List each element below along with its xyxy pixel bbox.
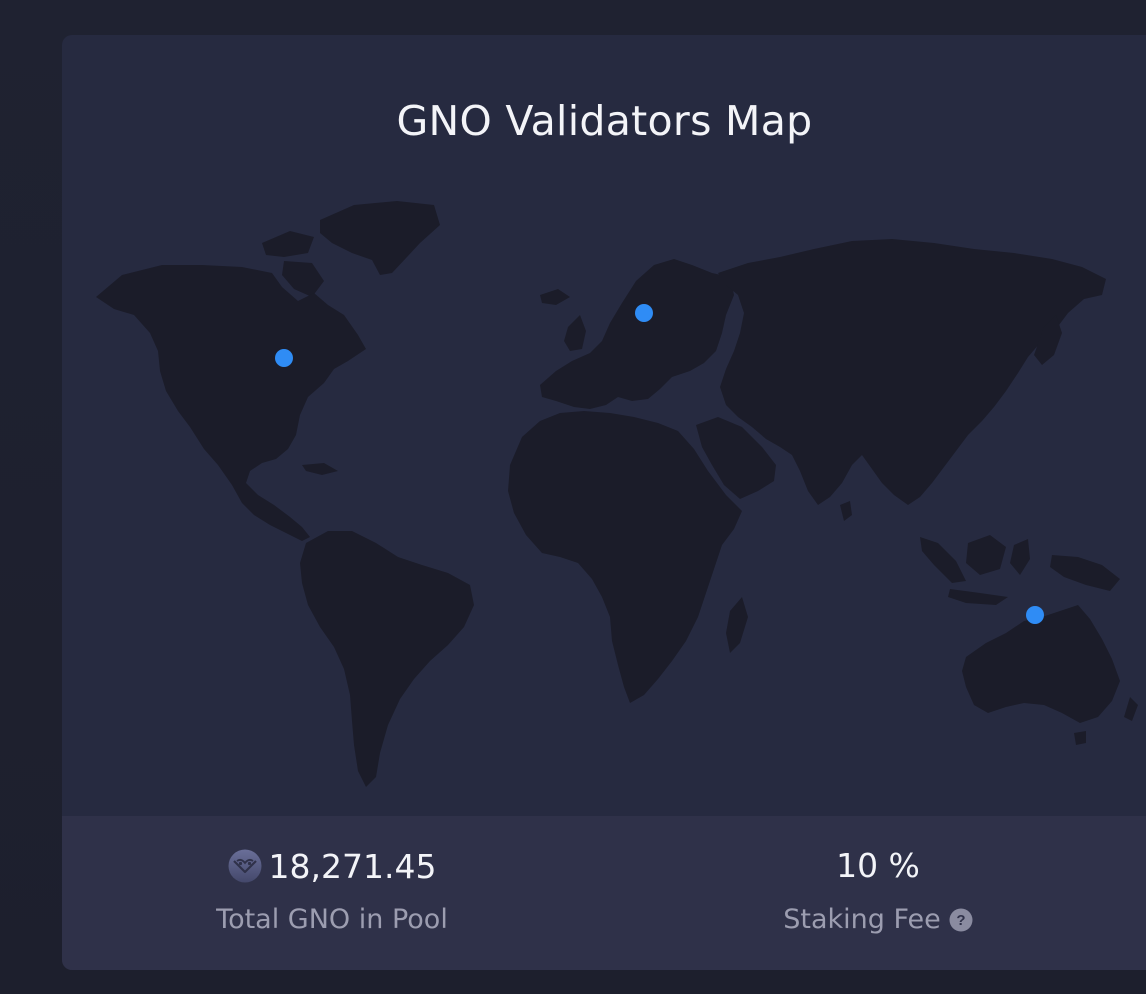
- borneo-landmass: [966, 535, 1006, 575]
- north-america-landmass: [96, 265, 366, 541]
- staking-fee-label-row: Staking Fee ?: [608, 906, 1146, 933]
- madagascar-landmass: [726, 597, 748, 653]
- tasmania-landmass: [1074, 731, 1086, 745]
- svg-text:?: ?: [956, 912, 965, 929]
- total-gno-value-row: 18,271.45: [62, 849, 602, 883]
- australia-validator-marker[interactable]: [1026, 606, 1044, 624]
- caribbean-landmass: [302, 463, 338, 475]
- sumatra-landmass: [920, 537, 966, 583]
- staking-fee-label: Staking Fee: [783, 904, 941, 935]
- gno-token-icon: [228, 849, 262, 883]
- asia-landmass: [718, 239, 1106, 505]
- staking-fee-value: 10 %: [836, 846, 920, 885]
- staking-fee-value-row: 10 %: [608, 849, 1146, 882]
- sri-lanka-landmass: [840, 501, 852, 521]
- validators-map-card: GNO Validators Map 18,271.45 Total GNO i…: [62, 35, 1146, 970]
- total-gno-value: 18,271.45: [268, 846, 437, 886]
- australia-landmass: [962, 605, 1120, 723]
- staking-fee-stat: 10 % Staking Fee ?: [608, 816, 1146, 970]
- total-gno-label-row: Total GNO in Pool: [62, 906, 602, 933]
- europe-validator-marker[interactable]: [635, 304, 653, 322]
- arctic-islands-landmass: [262, 231, 314, 257]
- world-map: [62, 165, 1146, 815]
- sulawesi-landmass: [1010, 539, 1030, 575]
- british-isles-landmass: [564, 315, 586, 351]
- java-landmass: [948, 589, 1008, 605]
- greenland-landmass: [320, 201, 440, 275]
- new-guinea-landmass: [1050, 555, 1120, 591]
- question-circle-icon[interactable]: ?: [949, 908, 973, 932]
- total-gno-label: Total GNO in Pool: [216, 904, 448, 935]
- new-zealand-landmass: [1124, 697, 1138, 721]
- stats-footer: 18,271.45 Total GNO in Pool 10 % Staking…: [62, 816, 1146, 970]
- baffin-landmass: [282, 261, 324, 297]
- card-title: GNO Validators Map: [396, 97, 813, 145]
- south-america-landmass: [300, 531, 474, 787]
- world-map-svg: [96, 201, 1138, 787]
- iceland-landmass: [540, 289, 570, 305]
- north-america-validator-marker[interactable]: [275, 349, 293, 367]
- total-gno-stat: 18,271.45 Total GNO in Pool: [62, 816, 602, 970]
